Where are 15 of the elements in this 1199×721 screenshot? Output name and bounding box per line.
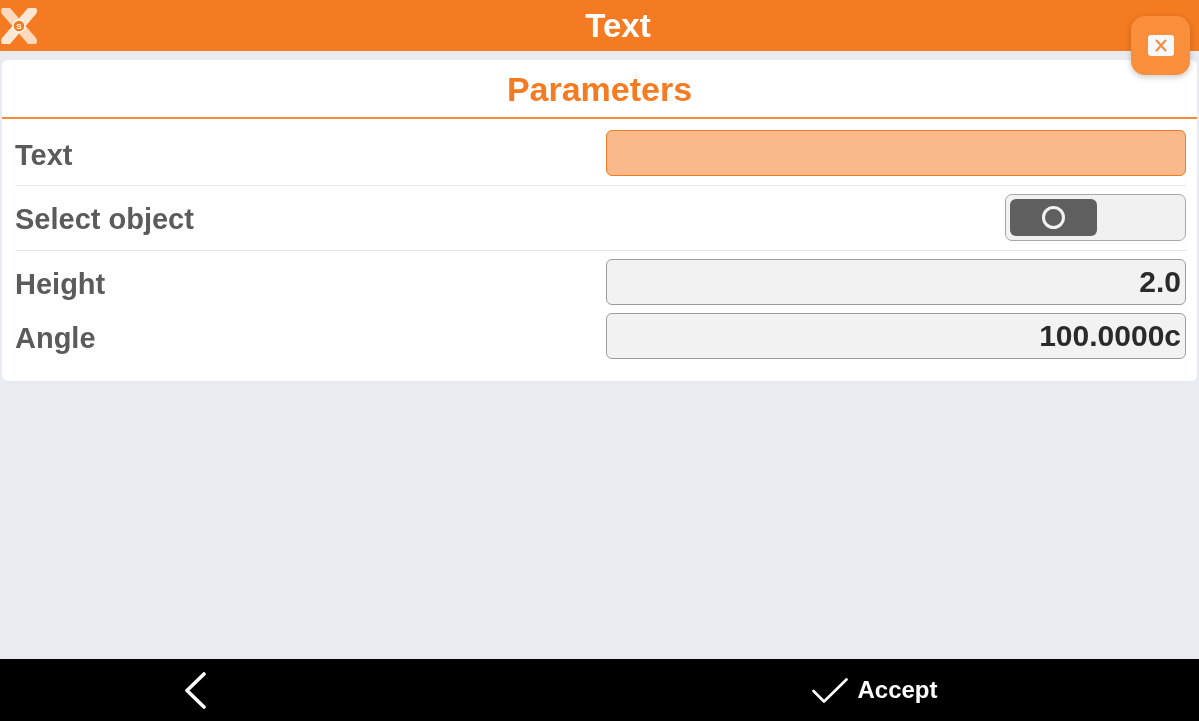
panel-title: Parameters: [506, 68, 693, 109]
accept-button[interactable]: Accept: [750, 659, 1000, 721]
app-title: Text: [585, 5, 651, 46]
input-field[interactable]: 100.0000c: [606, 313, 1186, 359]
check-icon: [812, 677, 849, 703]
field-label: Angle: [15, 320, 97, 356]
input-field[interactable]: 2.0: [606, 259, 1186, 305]
toggle-switch[interactable]: [1005, 194, 1186, 241]
field-label: Text: [15, 137, 74, 173]
close-button[interactable]: [1131, 16, 1190, 75]
field-label: Select object: [15, 202, 195, 237]
input-field[interactable]: [606, 130, 1186, 176]
field-label: Height: [15, 266, 107, 302]
chevron-left-icon: [183, 671, 207, 709]
close-icon: [1147, 35, 1174, 56]
